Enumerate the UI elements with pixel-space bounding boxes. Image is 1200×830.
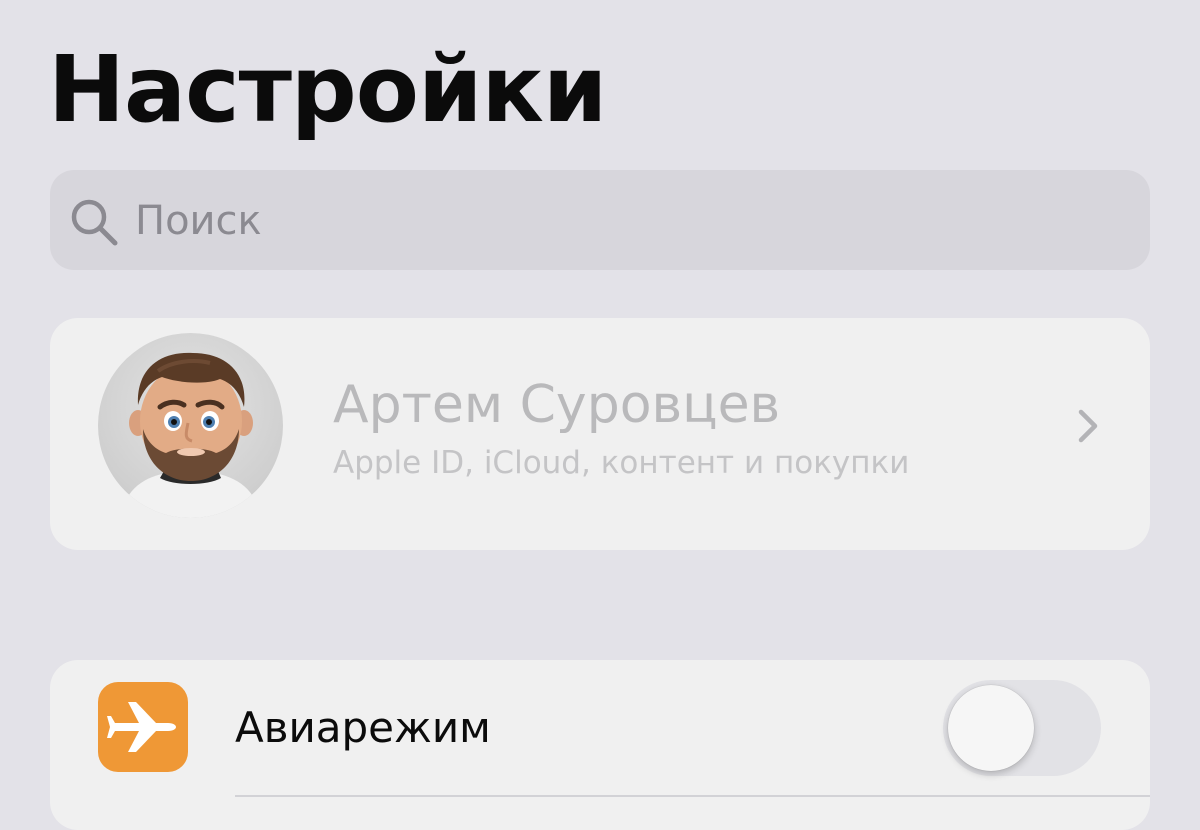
profile-name: Артем Суровцев: [333, 375, 781, 435]
row-divider: [235, 795, 1150, 797]
page-title: Настройки: [48, 36, 607, 143]
memoji-avatar-icon: [120, 352, 261, 518]
airplane-icon: [107, 702, 176, 752]
chevron-right-icon: [1078, 409, 1098, 443]
airplane-mode-icon-tile: [98, 682, 188, 772]
search-icon: [71, 199, 118, 246]
airplane-mode-toggle[interactable]: [943, 680, 1101, 776]
toggle-knob: [948, 685, 1034, 771]
profile-subtitle: Apple ID, iCloud, контент и покупки: [333, 445, 910, 481]
search-input[interactable]: [135, 190, 1095, 252]
airplane-mode-label: Авиарежим: [235, 703, 491, 752]
avatar[interactable]: [98, 333, 283, 518]
